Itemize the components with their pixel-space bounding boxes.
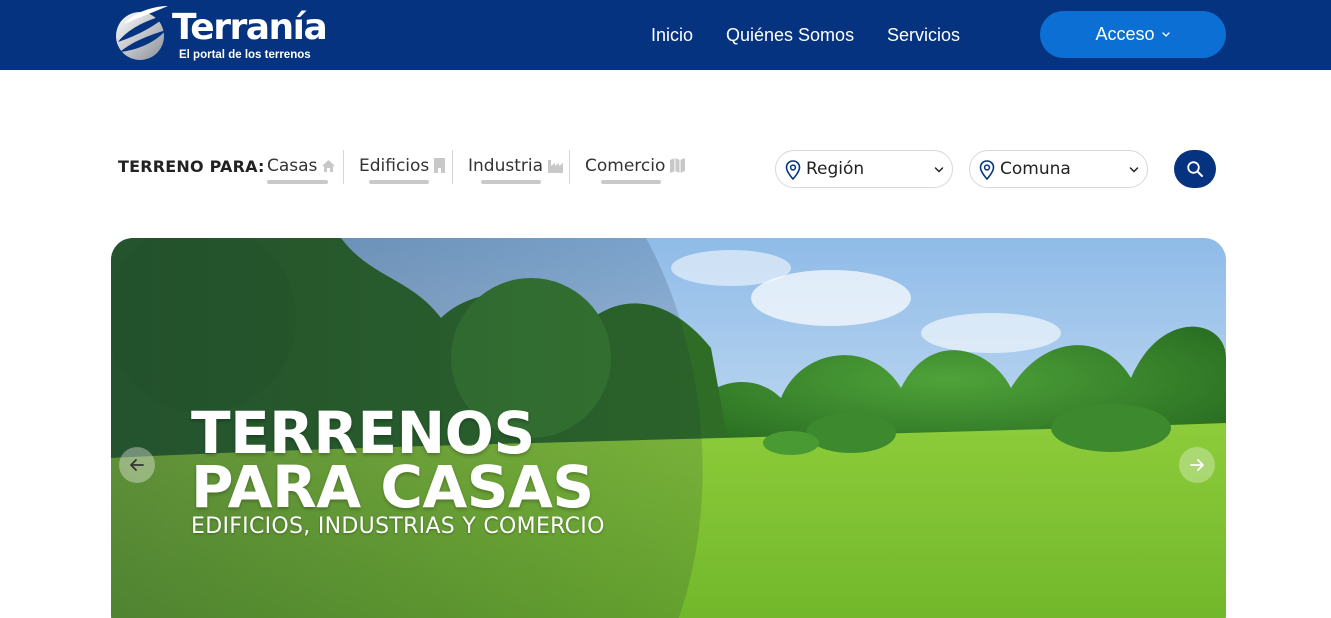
building-icon	[434, 158, 446, 173]
land-type-casas[interactable]: Casas	[267, 156, 336, 186]
arrow-left-icon	[130, 459, 144, 471]
brand-name: Terranía	[172, 7, 328, 48]
home-icon	[322, 160, 336, 172]
search-icon	[1187, 161, 1203, 177]
top-navbar: Terranía El portal de los terrenos Inici…	[0, 0, 1331, 70]
land-type-underline	[601, 180, 661, 184]
location-pin-icon	[785, 160, 801, 180]
land-type-underline	[481, 180, 541, 184]
nav-link-inicio[interactable]: Inicio	[651, 24, 693, 46]
brand-tagline: El portal de los terrenos	[179, 49, 311, 61]
land-type-underline	[369, 180, 429, 184]
carousel-prev-button[interactable]	[119, 447, 155, 483]
search-button[interactable]	[1174, 150, 1216, 188]
carousel-next-button[interactable]	[1179, 447, 1215, 483]
land-type-industria-label: Industria	[468, 156, 544, 176]
nav-link-quienes-somos[interactable]: Quiénes Somos	[726, 24, 854, 46]
access-dropdown-button[interactable]: Acceso	[1040, 11, 1226, 58]
brand-logo[interactable]: Terranía El portal de los terrenos	[110, 4, 330, 64]
comuna-select[interactable]: Comuna	[969, 150, 1148, 188]
chevron-down-icon	[1129, 167, 1139, 173]
land-type-industria[interactable]: Industria	[468, 156, 564, 186]
land-type-underline	[267, 180, 328, 184]
hero-title-line1: TERRENOS	[191, 399, 535, 467]
land-type-label: TERRENO PARA:	[118, 157, 265, 176]
access-button-label: Acceso	[1095, 24, 1155, 44]
factory-icon	[548, 160, 564, 173]
map-icon	[670, 158, 686, 173]
nav-link-servicios[interactable]: Servicios	[887, 24, 960, 46]
comuna-select-value: Comuna	[1000, 159, 1071, 179]
land-type-edificios[interactable]: Edificios	[359, 156, 446, 186]
divider	[452, 150, 453, 184]
land-type-comercio[interactable]: Comercio	[585, 156, 686, 186]
land-type-edificios-label: Edificios	[359, 156, 430, 176]
arrow-right-icon	[1190, 459, 1204, 471]
land-type-casas-label: Casas	[267, 156, 318, 176]
hero-title-line2: PARA CASAS	[191, 453, 594, 521]
hero-subtitle: EDIFICIOS, INDUSTRIAS Y COMERCIO	[191, 514, 605, 539]
region-select[interactable]: Región	[775, 150, 953, 188]
chevron-down-icon	[1161, 31, 1170, 37]
land-type-comercio-label: Comercio	[585, 156, 666, 176]
divider	[343, 150, 344, 184]
hero-title: TERRENOS PARA CASAS	[191, 399, 594, 521]
region-select-value: Región	[806, 159, 865, 179]
location-pin-icon	[979, 160, 995, 180]
divider	[569, 150, 570, 184]
hero-carousel: TERRENOS PARA CASAS EDIFICIOS, INDUSTRIA…	[111, 238, 1226, 618]
chevron-down-icon	[934, 167, 944, 173]
globe-logo-icon	[116, 6, 168, 60]
